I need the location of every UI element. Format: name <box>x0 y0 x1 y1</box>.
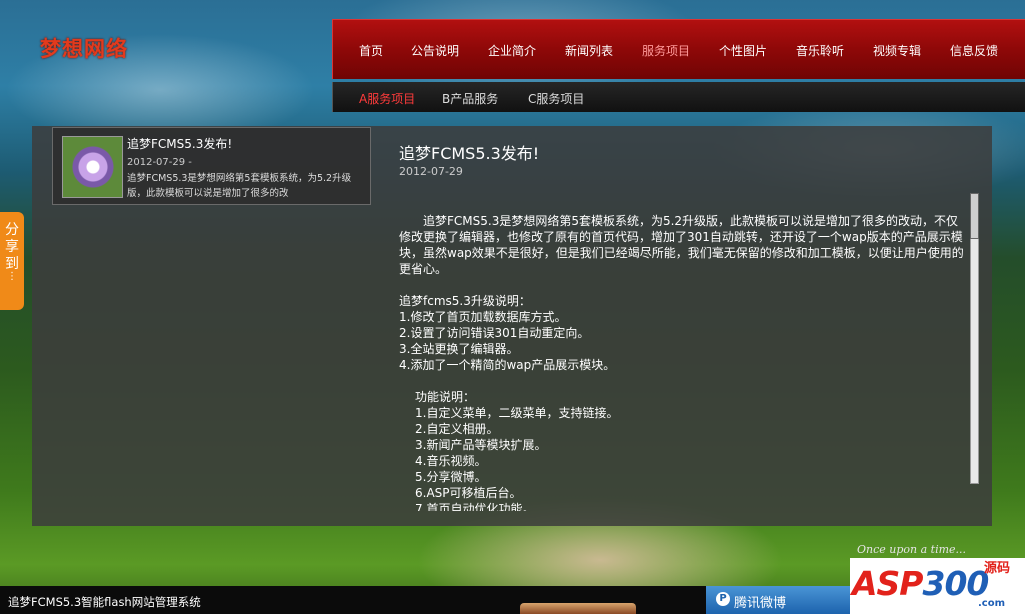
asp300-watermark-logo: ASP300 源码 .com <box>850 558 1025 614</box>
feature-item: 1.自定义菜单，二级菜单，支持链接。 <box>415 406 619 420</box>
site-logo[interactable]: 梦想网络 <box>40 33 128 63</box>
upgrade-item: 2.设置了访问错误301自动重定向。 <box>399 326 590 340</box>
footer-player-button[interactable] <box>520 603 636 614</box>
nav-item-services[interactable]: 服务项目 <box>642 42 690 59</box>
subnav-item-c-services[interactable]: C服务项目 <box>528 90 584 107</box>
feature-item: 7.首页自动优化功能。 <box>415 502 535 511</box>
list-item-summary: 追梦FCMS5.3是梦想网络第5套模板系统，为5.2升级版，此款模板可以说是增加… <box>127 173 352 199</box>
nav-item-video[interactable]: 视频专辑 <box>873 42 921 59</box>
nav-item-home[interactable]: 首页 <box>359 42 383 59</box>
article-date: 2012-07-29 <box>399 165 463 178</box>
nav-item-about[interactable]: 企业简介 <box>488 42 536 59</box>
weibo-icon: P <box>716 592 730 606</box>
tencent-weibo-button[interactable]: P 腾讯微博 <box>706 586 850 614</box>
watermark-url: .com <box>978 598 1006 609</box>
article-thumbnail[interactable] <box>62 136 123 198</box>
article-intro: 追梦FCMS5.3是梦想网络第5套模板系统，为5.2升级版，此款模板可以说是增加… <box>399 214 964 276</box>
weibo-label: 腾讯微博 <box>734 596 787 611</box>
feature-item: 2.自定义相册。 <box>415 422 499 436</box>
watermark-code: 源码 <box>984 561 1011 576</box>
upgrade-item: 1.修改了首页加载数据库方式。 <box>399 310 567 324</box>
nav-item-pictures[interactable]: 个性图片 <box>719 42 767 59</box>
nav-item-music[interactable]: 音乐聆听 <box>796 42 844 59</box>
footer-text: 追梦FCMS5.3智能flash网站管理系统 <box>8 595 201 609</box>
upgrade-item: 3.全站更换了编辑器。 <box>399 342 519 356</box>
article-body: 追梦FCMS5.3是梦想网络第5套模板系统，为5.2升级版，此款模板可以说是增加… <box>399 213 965 511</box>
subnav-item-b-products[interactable]: B产品服务 <box>442 90 498 107</box>
more-dots-icon: ⋮ <box>7 271 17 282</box>
feature-item: 6.ASP可移植后台。 <box>415 486 522 500</box>
subnav-item-a-services[interactable]: A服务项目 <box>359 90 415 107</box>
scenery-caption: Once upon a time... <box>857 543 967 556</box>
sub-nav: A服务项目 B产品服务 C服务项目 <box>332 82 1025 112</box>
list-item-title[interactable]: 追梦FCMS5.3发布! <box>127 135 232 152</box>
main-nav: 首页 公告说明 企业简介 新闻列表 服务项目 个性图片 音乐聆听 视频专辑 信息… <box>332 19 1025 79</box>
nav-item-notice[interactable]: 公告说明 <box>411 42 459 59</box>
feature-item: 3.新闻产品等模块扩展。 <box>415 438 547 452</box>
list-item-date: 2012-07-29 - <box>127 157 192 168</box>
feature-item: 5.分享微博。 <box>415 470 487 484</box>
list-item[interactable]: 追梦FCMS5.3发布! 2012-07-29 - 追梦FCMS5.3是梦想网络… <box>52 127 371 205</box>
nav-item-feedback[interactable]: 信息反馈 <box>950 42 998 59</box>
share-tab[interactable]: 分享到 ⋮ <box>0 212 24 310</box>
article-title: 追梦FCMS5.3发布! <box>399 144 540 163</box>
share-label: 分享到 <box>5 222 19 272</box>
nav-item-news[interactable]: 新闻列表 <box>565 42 613 59</box>
upgrade-item: 4.添加了一个精简的wap产品展示模块。 <box>399 358 616 372</box>
scrollbar-thumb[interactable] <box>970 193 979 239</box>
watermark-brand-a: ASP <box>852 564 923 603</box>
feature-item: 4.音乐视频。 <box>415 454 487 468</box>
features-heading: 功能说明： <box>415 390 476 404</box>
upgrade-heading: 追梦fcms5.3升级说明： <box>399 294 531 308</box>
